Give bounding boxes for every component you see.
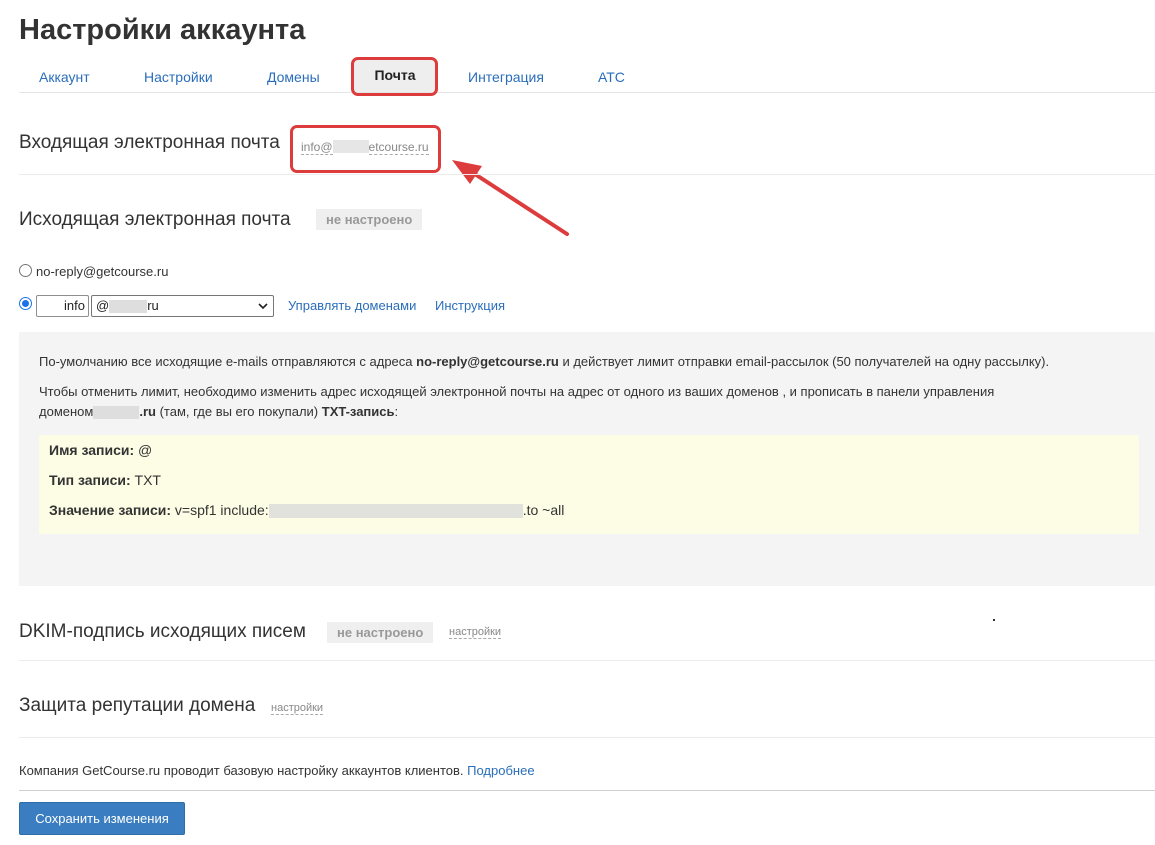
redacted-block: [268, 504, 523, 519]
radio-default-address[interactable]: [19, 264, 32, 277]
dns-record-box: [39, 435, 1139, 534]
tab-bar: Аккаунт Настройки Домены Почта Интеграци…: [19, 58, 1155, 93]
dns-name-label: Имя записи:: [49, 442, 135, 458]
divider: [19, 660, 1155, 661]
incoming-highlight-frame: [290, 125, 441, 173]
info-line-3-text: доменом: [39, 404, 94, 419]
radio-default-address-label: no-reply@getcourse.ru: [36, 264, 169, 279]
domain-select[interactable]: @ ru: [91, 295, 274, 317]
tab-account[interactable]: Аккаунт: [39, 69, 90, 85]
dns-value-label: Значение записи:: [49, 502, 171, 518]
info-line-3-tail: :: [394, 404, 399, 419]
footer-note: Компания GetCourse.ru проводит базовую н…: [19, 763, 535, 778]
reputation-label: Защита репутации домена: [19, 695, 256, 716]
redacted-block: [109, 300, 148, 314]
divider: [19, 174, 1155, 175]
manage-domains-link[interactable]: Управлять доменами: [288, 298, 416, 313]
tab-highlight-frame: [351, 57, 438, 96]
tab-integration[interactable]: Интеграция: [468, 69, 544, 85]
info-line-3-mid: (там, где вы его покупали): [155, 404, 322, 419]
info-line-1: По-умолчанию все исходящие e-mails отпра…: [39, 352, 1049, 372]
dns-type-label: Тип записи:: [49, 472, 131, 488]
tab-pbx[interactable]: АТС: [598, 69, 625, 85]
mailbox-input[interactable]: info: [36, 295, 89, 317]
info-line-1-tail: и действует лимит отправки email-рассыло…: [558, 354, 1050, 369]
divider: [19, 790, 1155, 791]
annotation-arrow: [452, 160, 569, 236]
domain-tld: .ru: [139, 404, 156, 419]
info-line-2: Чтобы отменить лимит, необходимо изменит…: [39, 384, 995, 399]
tab-domains[interactable]: Домены: [267, 69, 320, 85]
reputation-settings-link[interactable]: настройки: [271, 702, 324, 715]
dns-record-name: Имя записи: @: [49, 442, 152, 458]
stray-dot: [993, 619, 995, 621]
default-sender-address: no-reply@getcourse.ru: [416, 354, 559, 369]
domain-select-prefix: @: [96, 298, 110, 313]
txt-record-label: TXT-запись: [321, 404, 395, 419]
redacted-block: [93, 406, 140, 420]
radio-custom-address[interactable]: [19, 297, 32, 310]
domain-select-suffix: ru: [147, 298, 159, 313]
footer-note-text: Компания GetCourse.ru проводит базовую н…: [19, 763, 464, 778]
dns-name-value: @: [138, 442, 153, 458]
info-line-3: доменом .ru (там, где вы его покупали) TX…: [39, 402, 398, 422]
outgoing-email-label: Исходящая электронная почта: [19, 209, 291, 230]
incoming-email-label: Входящая электронная почта: [19, 132, 280, 153]
more-info-link[interactable]: Подробнее: [467, 763, 534, 778]
instruction-link[interactable]: Инструкция: [435, 298, 505, 313]
dns-type-value: TXT: [134, 472, 161, 488]
save-button[interactable]: Сохранить изменения: [19, 802, 185, 835]
chevron-down-icon: [258, 303, 268, 310]
dkim-settings-link[interactable]: настройки: [449, 626, 502, 639]
outgoing-status-badge: не настроено: [316, 209, 423, 230]
dns-value-prefix: v=spf1 include:: [174, 502, 269, 518]
page-title: Настройки аккаунта: [19, 14, 306, 46]
dkim-label: DKIM-подпись исходящих писем: [19, 621, 306, 642]
info-line-1-text: По-умолчанию все исходящие e-mails отпра…: [39, 354, 417, 369]
dns-value-suffix: .to ~all: [522, 502, 565, 518]
dns-record-type: Тип записи: TXT: [49, 472, 161, 488]
divider: [19, 737, 1155, 738]
dkim-status-badge: не настроено: [327, 622, 434, 643]
tab-settings[interactable]: Настройки: [144, 69, 213, 85]
dns-record-value: Значение записи: v=spf1 include: .to ~all: [49, 502, 565, 519]
